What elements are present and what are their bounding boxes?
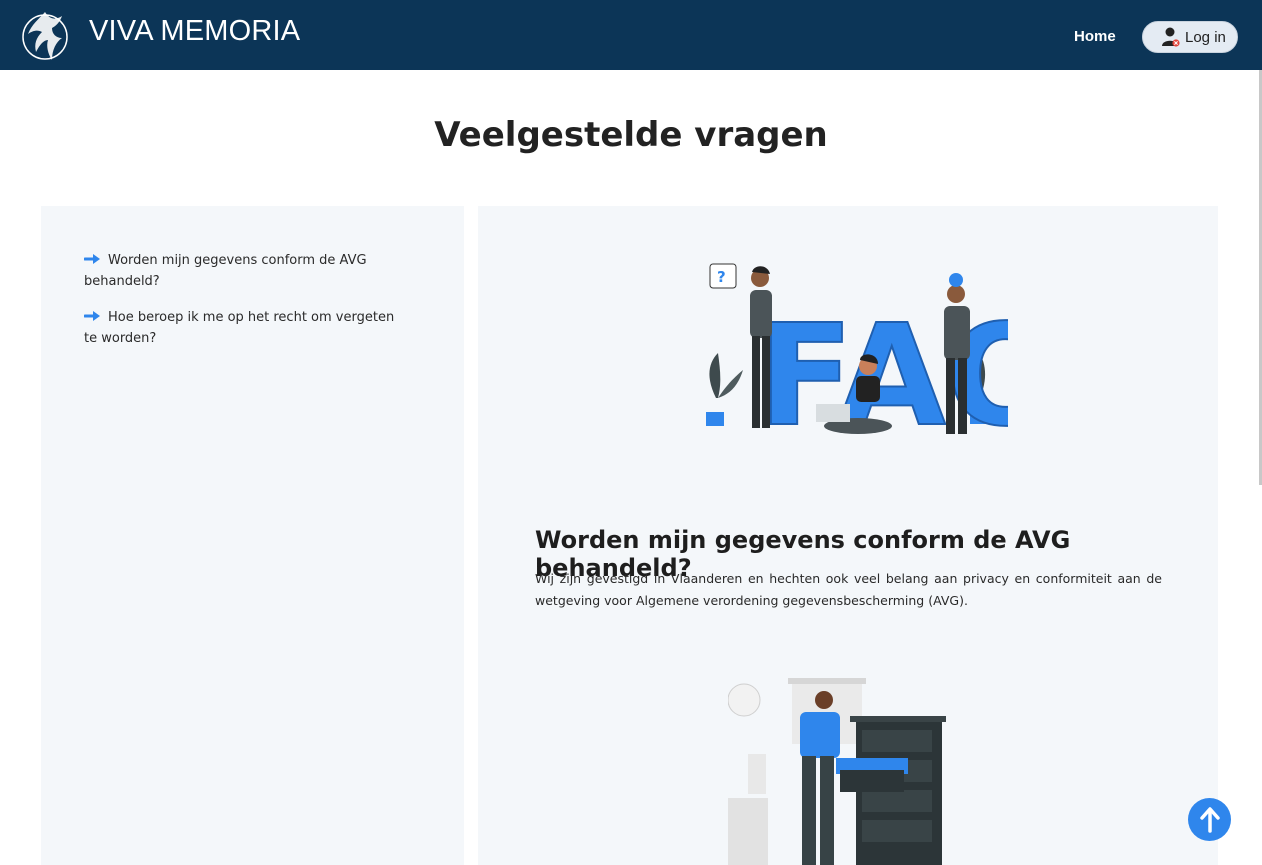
login-label: Log in [1185, 28, 1226, 46]
arrow-up-icon [1199, 806, 1220, 833]
phoenix-logo-icon[interactable] [18, 4, 72, 66]
faq-sidebar: Worden mijn gegevens conform de AVG beha… [41, 206, 464, 865]
svg-text:?: ? [717, 268, 726, 286]
nav-home-link[interactable]: Home [1074, 28, 1116, 45]
page-title: Veelgestelde vragen [434, 115, 828, 155]
question-link-avg[interactable]: Worden mijn gegevens conform de AVG beha… [84, 250, 396, 292]
login-button[interactable]: Log in [1142, 21, 1238, 53]
question-list: Worden mijn gegevens conform de AVG beha… [84, 250, 396, 364]
filing-cabinet-illustration [728, 678, 946, 865]
question-label: Hoe beroep ik me op het recht om vergete… [84, 310, 395, 346]
faq-answer-panel: FAQ ? Worden mijn gegevens conform de AV… [478, 206, 1218, 865]
question-link-forgotten[interactable]: Hoe beroep ik me op het recht om vergete… [84, 307, 396, 349]
brand-name[interactable]: VIVA MEMORIA [89, 15, 300, 48]
arrow-right-icon [84, 254, 100, 264]
answer-body: Wij zijn gevestigd in Vlaanderen en hech… [535, 571, 1162, 608]
top-navbar: VIVA MEMORIA Home Log in [0, 0, 1262, 70]
user-icon [1162, 27, 1180, 47]
arrow-right-icon [84, 311, 100, 321]
question-label: Worden mijn gegevens conform de AVG beha… [84, 253, 367, 289]
faq-illustration: FAQ ? [706, 263, 1008, 448]
back-to-top-button[interactable] [1188, 798, 1231, 841]
